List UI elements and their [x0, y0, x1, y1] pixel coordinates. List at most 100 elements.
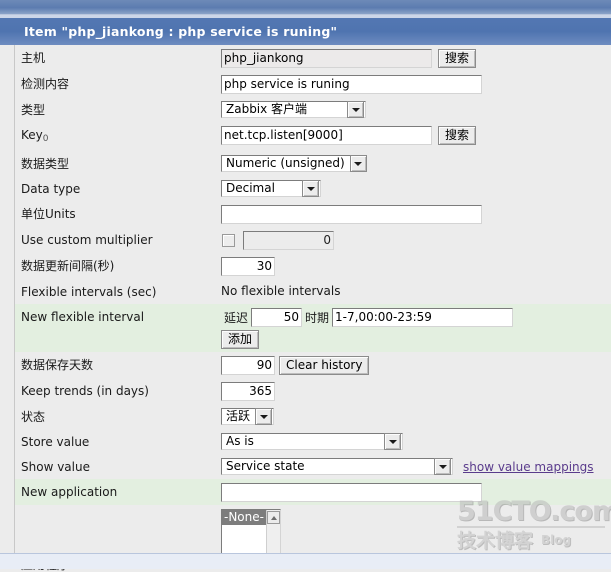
label-type: 类型 — [21, 103, 46, 117]
description-input[interactable] — [221, 75, 482, 94]
chevron-down-icon[interactable] — [434, 458, 451, 475]
chevron-down-icon[interactable] — [347, 101, 364, 118]
form-row-show-value: Show value Service state show value mappin… — [15, 454, 611, 479]
chevron-down-icon[interactable] — [384, 433, 401, 450]
form-row-use-custom-multiplier: Use custom multiplier — [15, 227, 611, 253]
label-value-type: 数据类型 — [21, 157, 70, 171]
field-type: Zabbix 客户端 — [221, 97, 611, 121]
field-host: 搜索 — [221, 45, 611, 71]
form-row-key: Key0 搜索 — [15, 122, 611, 151]
update-interval-input[interactable] — [221, 257, 275, 276]
show-value-mappings-link[interactable]: show value mappings — [463, 459, 594, 475]
label-store-value: Store value — [21, 435, 90, 449]
data-type-select[interactable]: Decimal — [221, 180, 321, 197]
label-show-value: Show value — [21, 460, 90, 474]
label-status: 状态 — [21, 410, 46, 424]
scroll-up-icon[interactable] — [267, 511, 280, 524]
item-form-rows: 主机搜索检测内容类型Zabbix 客户端Key0搜索数据类型Numeric (u… — [15, 45, 611, 572]
flexible-interval-actions: 添加 — [221, 330, 611, 349]
form-row-store-value: Store value As is — [15, 429, 611, 454]
store-value-select[interactable]: As is — [221, 433, 403, 450]
key-search-button[interactable]: 搜索 — [438, 126, 477, 145]
field-description — [221, 71, 611, 97]
status-select-value: 活跃 — [226, 409, 251, 423]
type-select[interactable]: Zabbix 客户端 — [221, 101, 366, 118]
chevron-down-icon[interactable] — [349, 155, 367, 172]
value-type-select-value: Numeric (unsigned) — [226, 156, 345, 170]
form-row-keep-trends: Keep trends (in days) — [15, 378, 611, 404]
label-flexible-intervals: Flexible intervals (sec) — [21, 285, 157, 299]
chevron-down-icon[interactable] — [302, 180, 319, 197]
show-value-select-value: Service state — [226, 459, 305, 473]
form-header: Item "php_jiankong : php service is runi… — [0, 18, 611, 45]
units-input[interactable] — [221, 205, 482, 224]
host-search-button[interactable]: 搜索 — [438, 49, 477, 68]
form-row-history-days: 数据保存天数 Clear history — [15, 352, 611, 378]
label-new-flexible-interval: New flexible interval — [21, 310, 145, 324]
use-custom-multiplier-input[interactable] — [243, 231, 334, 250]
data-type-select-value: Decimal — [226, 181, 275, 195]
label-key: Key0 — [21, 128, 49, 144]
field-keep-trends — [221, 378, 611, 404]
field-update-interval — [221, 253, 611, 279]
field-key: 搜索 — [221, 122, 611, 148]
form-row-description: 检测内容 — [15, 71, 611, 97]
new-flexible-interval-period-label: 时期 — [305, 310, 330, 325]
form-row-data-type: Data type Decimal — [15, 176, 611, 201]
new-flexible-interval-delay-label: 延迟 — [224, 310, 249, 325]
status-select[interactable]: 活跃 — [221, 408, 274, 425]
use-custom-multiplier-checkbox[interactable] — [222, 234, 235, 247]
form-row-flexible-intervals: Flexible intervals (sec) No flexible inte… — [15, 279, 611, 304]
browser-status-bar — [0, 553, 611, 569]
value-type-select[interactable]: Numeric (unsigned) — [221, 155, 367, 172]
field-units — [221, 201, 611, 227]
left-gutter — [0, 45, 14, 553]
browser-chrome-bar — [0, 0, 611, 14]
keep-trends-input[interactable] — [221, 382, 275, 401]
host-input[interactable] — [221, 49, 432, 68]
new-flexible-interval-add-button[interactable]: 添加 — [221, 330, 260, 349]
field-show-value: Service state show value mappings — [221, 454, 611, 478]
form-row-new-flexible-interval: New flexible interval 延迟 时期添加 — [15, 304, 611, 352]
form-row-value-type: 数据类型 Numeric (unsigned) — [15, 151, 611, 176]
label-use-custom-multiplier: Use custom multiplier — [21, 233, 153, 247]
form-row-type: 类型 Zabbix 客户端 — [15, 97, 611, 122]
label-keep-trends: Keep trends (in days) — [21, 384, 149, 398]
flexible-interval-inputs: 延迟 时期 — [221, 308, 611, 327]
field-new-application — [221, 479, 611, 505]
form-row-host: 主机 搜索 — [15, 45, 611, 71]
field-data-type: Decimal — [221, 176, 611, 200]
key-input[interactable] — [221, 126, 432, 145]
form-row-update-interval: 数据更新间隔(秒) — [15, 253, 611, 279]
label-key-subscript[interactable]: 0 — [43, 134, 49, 144]
label-description: 检测内容 — [21, 77, 70, 91]
field-history-days: Clear history — [221, 352, 611, 378]
field-status: 活跃 — [221, 404, 611, 428]
store-value-select-value: As is — [226, 434, 254, 448]
label-units: 单位Units — [21, 207, 76, 221]
history-days-input[interactable] — [221, 356, 275, 375]
field-new-flexible-interval: 延迟 时期添加 — [221, 304, 611, 352]
type-select-value: Zabbix 客户端 — [226, 102, 308, 116]
history-days-clear-button[interactable]: Clear history — [279, 356, 370, 375]
flexible-intervals-text: No flexible intervals — [221, 284, 341, 298]
field-store-value: As is — [221, 429, 611, 453]
show-value-select[interactable]: Service state — [221, 458, 453, 475]
form-row-status: 状态 活跃 — [15, 404, 611, 429]
listbox-option-none[interactable]: -None- — [222, 510, 266, 525]
label-host: 主机 — [21, 51, 46, 65]
label-new-application: New application — [21, 485, 118, 499]
form-row-new-application: New application — [15, 479, 611, 505]
field-value-type: Numeric (unsigned) — [221, 151, 611, 175]
chevron-down-icon[interactable] — [255, 408, 273, 425]
new-flexible-interval-period-input[interactable] — [332, 308, 514, 327]
browser-page: Item "php_jiankong : php service is runi… — [0, 0, 611, 572]
new-flexible-interval-delay-input[interactable] — [251, 308, 303, 327]
field-flexible-intervals: No flexible intervals — [221, 279, 611, 302]
label-data-type: Data type — [21, 182, 81, 196]
label-history-days: 数据保存天数 — [21, 358, 94, 372]
form-row-units: 单位Units — [15, 201, 611, 227]
new-application-input[interactable] — [221, 483, 482, 502]
page-title: Item "php_jiankong : php service is runi… — [24, 24, 338, 39]
label-update-interval: 数据更新间隔(秒) — [21, 259, 115, 273]
